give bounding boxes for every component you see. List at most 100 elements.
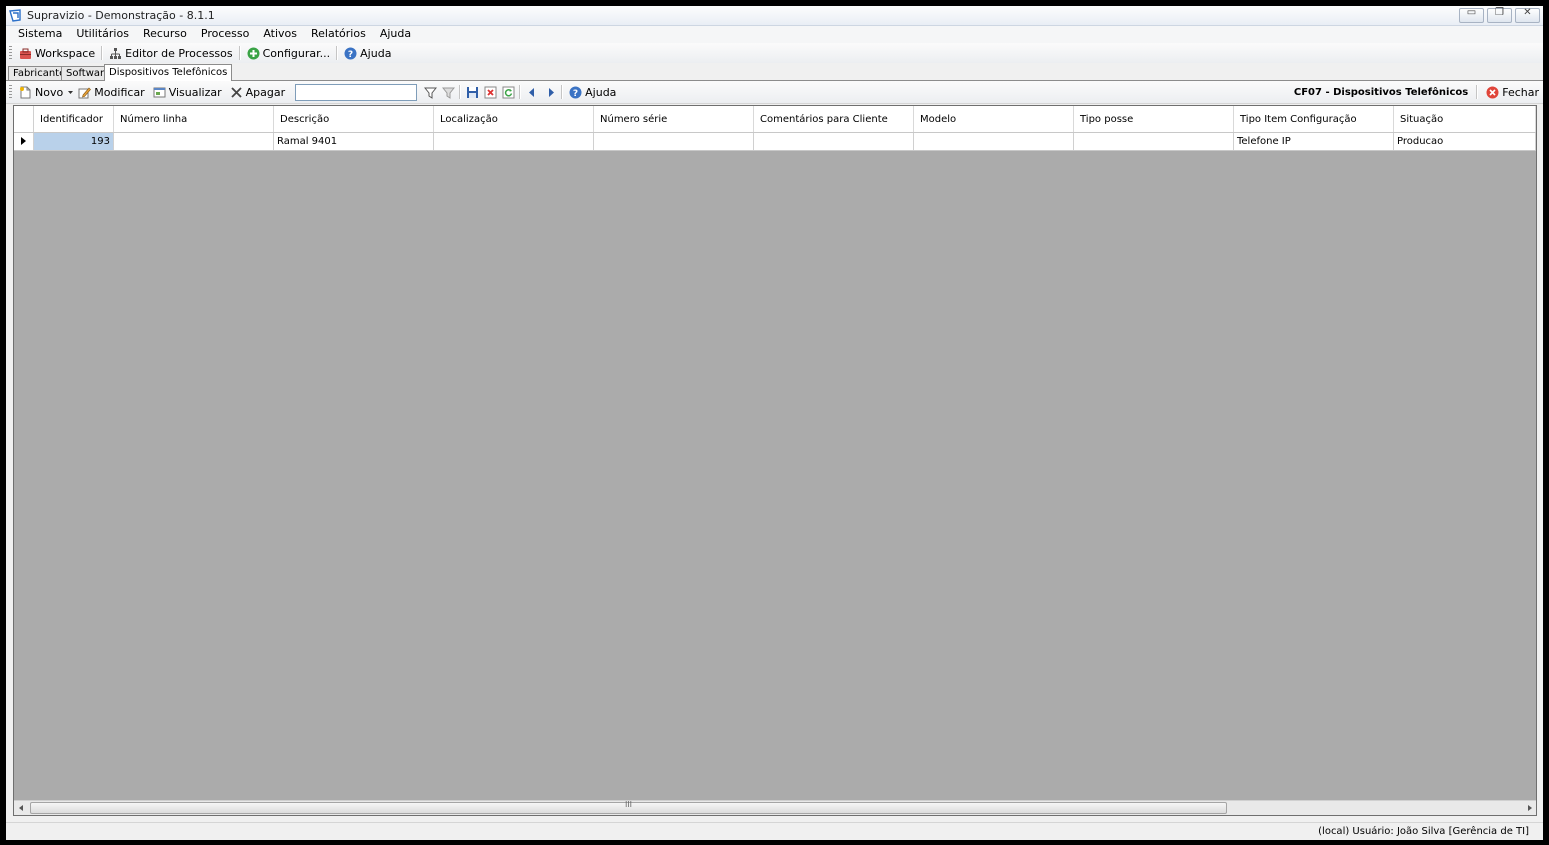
close-icon: ✕ [1523, 7, 1532, 18]
save-disk-icon [466, 86, 478, 98]
clear-filter-button[interactable] [439, 83, 457, 101]
menu-relatorios[interactable]: Relatórios [304, 26, 373, 43]
scrollbar-thumb[interactable]: III [30, 800, 1227, 814]
close-screen-button[interactable]: Fechar [1486, 83, 1539, 101]
new-document-icon [20, 86, 31, 98]
previous-record-button[interactable] [523, 83, 541, 101]
refresh-icon [502, 86, 515, 98]
screen-toolbar: Novo Modificar Visualizar Apagar ? Ajuda… [6, 81, 1543, 104]
workspace-label: Workspace [35, 46, 96, 60]
data-grid[interactable]: Identificador Número linha Descrição Loc… [13, 105, 1537, 816]
cell-tipo-posse[interactable] [1074, 133, 1234, 150]
view-button[interactable]: Visualizar [149, 83, 226, 101]
apply-filter-button[interactable] [421, 83, 439, 101]
cell-numero-linha[interactable] [114, 133, 274, 150]
row-header-corner[interactable] [14, 106, 34, 132]
current-row-indicator-icon[interactable] [14, 133, 34, 150]
toolbar-separator [459, 85, 462, 99]
delete-button[interactable]: Apagar [226, 83, 290, 101]
new-dropdown-arrow-icon[interactable] [67, 86, 74, 99]
minimize-button[interactable]: ▭ [1459, 7, 1484, 23]
toolbar-separator [238, 46, 241, 60]
column-header-situacao[interactable]: Situação [1394, 106, 1536, 132]
workspace-icon [20, 48, 31, 59]
svg-text:?: ? [573, 89, 578, 99]
table-row[interactable]: 193 Ramal 9401 Telefone IP Producao [14, 133, 1536, 151]
title-bar[interactable]: Supravizio - Demonstração - 8.1.1 ▭ ❐ ✕ [6, 6, 1543, 26]
column-header-tipo-item-configuracao[interactable]: Tipo Item Configuração [1234, 106, 1394, 132]
help-label: Ajuda [360, 46, 392, 60]
column-header-numero-serie[interactable]: Número série [594, 106, 754, 132]
toolbar-separator [1476, 85, 1479, 99]
next-record-button[interactable] [541, 83, 559, 101]
menu-recurso[interactable]: Recurso [136, 26, 194, 43]
save-button[interactable] [463, 83, 481, 101]
cell-descricao[interactable]: Ramal 9401 [274, 133, 434, 150]
cell-localizacao[interactable] [434, 133, 594, 150]
arrow-left-icon [528, 87, 534, 97]
toolbar-grip[interactable] [9, 46, 12, 60]
grid-header: Identificador Número linha Descrição Loc… [14, 106, 1536, 133]
help-button[interactable]: ? Ajuda [565, 83, 620, 101]
menu-processo[interactable]: Processo [194, 26, 256, 43]
delete-label: Apagar [245, 85, 286, 99]
menu-bar: Sistema Utilitários Recurso Processo Ati… [6, 26, 1543, 43]
grip-icon: III [624, 800, 633, 809]
new-button[interactable]: Novo [15, 83, 67, 101]
column-header-descricao[interactable]: Descrição [274, 106, 434, 132]
column-header-identificador[interactable]: Identificador [34, 106, 114, 132]
close-window-button[interactable]: ✕ [1515, 7, 1540, 23]
process-editor-button[interactable]: Editor de Processos [105, 44, 237, 62]
close-label: Fechar [1502, 85, 1539, 99]
svg-text:?: ? [348, 50, 353, 60]
view-window-icon [153, 87, 166, 97]
scroll-right-icon[interactable] [1522, 801, 1536, 815]
column-header-comentarios[interactable]: Comentários para Cliente [754, 106, 914, 132]
filter-input[interactable] [295, 83, 418, 101]
horizontal-scrollbar[interactable]: III [14, 800, 1536, 815]
restore-icon: ❐ [1495, 7, 1504, 18]
add-circle-icon [247, 47, 260, 59]
status-user-info: (local) Usuário: João Silva [Gerência de… [1318, 826, 1529, 837]
cell-modelo[interactable] [914, 133, 1074, 150]
column-header-tipo-posse[interactable]: Tipo posse [1074, 106, 1234, 132]
cell-tipo-item-configuracao[interactable]: Telefone IP [1234, 133, 1394, 150]
refresh-button[interactable] [499, 83, 517, 101]
workspace-button[interactable]: Workspace [15, 44, 99, 62]
configure-button[interactable]: Configurar... [243, 44, 335, 62]
cell-situacao[interactable]: Producao [1394, 133, 1536, 150]
column-header-numero-linha[interactable]: Número linha [114, 106, 274, 132]
menu-ativos[interactable]: Ativos [256, 26, 304, 43]
restore-button[interactable]: ❐ [1487, 7, 1512, 23]
menu-sistema[interactable]: Sistema [6, 26, 69, 43]
help-icon: ? [569, 86, 582, 99]
modify-label: Modificar [94, 85, 145, 99]
edit-pencil-icon [78, 87, 92, 98]
app-logo-icon [9, 9, 21, 22]
menu-ajuda[interactable]: Ajuda [373, 26, 418, 43]
menu-utilitarios[interactable]: Utilitários [69, 26, 136, 43]
view-label: Visualizar [168, 85, 222, 99]
configure-label: Configurar... [262, 46, 331, 60]
toolbar-separator [561, 85, 564, 99]
toolbar-separator [336, 46, 339, 60]
cell-identificador[interactable]: 193 [34, 133, 114, 150]
help-button-top[interactable]: ? Ajuda [340, 44, 395, 62]
screen-title: CF07 - Dispositivos Telefônicos [1293, 86, 1469, 98]
modify-button[interactable]: Modificar [74, 83, 149, 101]
scroll-left-icon[interactable] [14, 801, 28, 815]
cell-comentarios[interactable] [754, 133, 914, 150]
filter-clear-icon [441, 87, 455, 99]
filter-icon [423, 87, 437, 99]
column-header-localizacao[interactable]: Localização [434, 106, 594, 132]
minimize-icon: ▭ [1466, 7, 1477, 18]
toolbar-grip[interactable] [9, 85, 12, 99]
app-window: Supravizio - Demonstração - 8.1.1 ▭ ❐ ✕ … [6, 6, 1543, 840]
screen-title-area: CF07 - Dispositivos Telefônicos Fechar [1294, 81, 1539, 103]
column-header-modelo[interactable]: Modelo [914, 106, 1074, 132]
cell-numero-serie[interactable] [594, 133, 754, 150]
tab-dispositivos-telefonicos[interactable]: Dispositivos Telefônicos [104, 64, 233, 81]
help-icon: ? [344, 47, 357, 60]
cancel-button[interactable] [481, 83, 499, 101]
new-label: Novo [35, 85, 64, 99]
